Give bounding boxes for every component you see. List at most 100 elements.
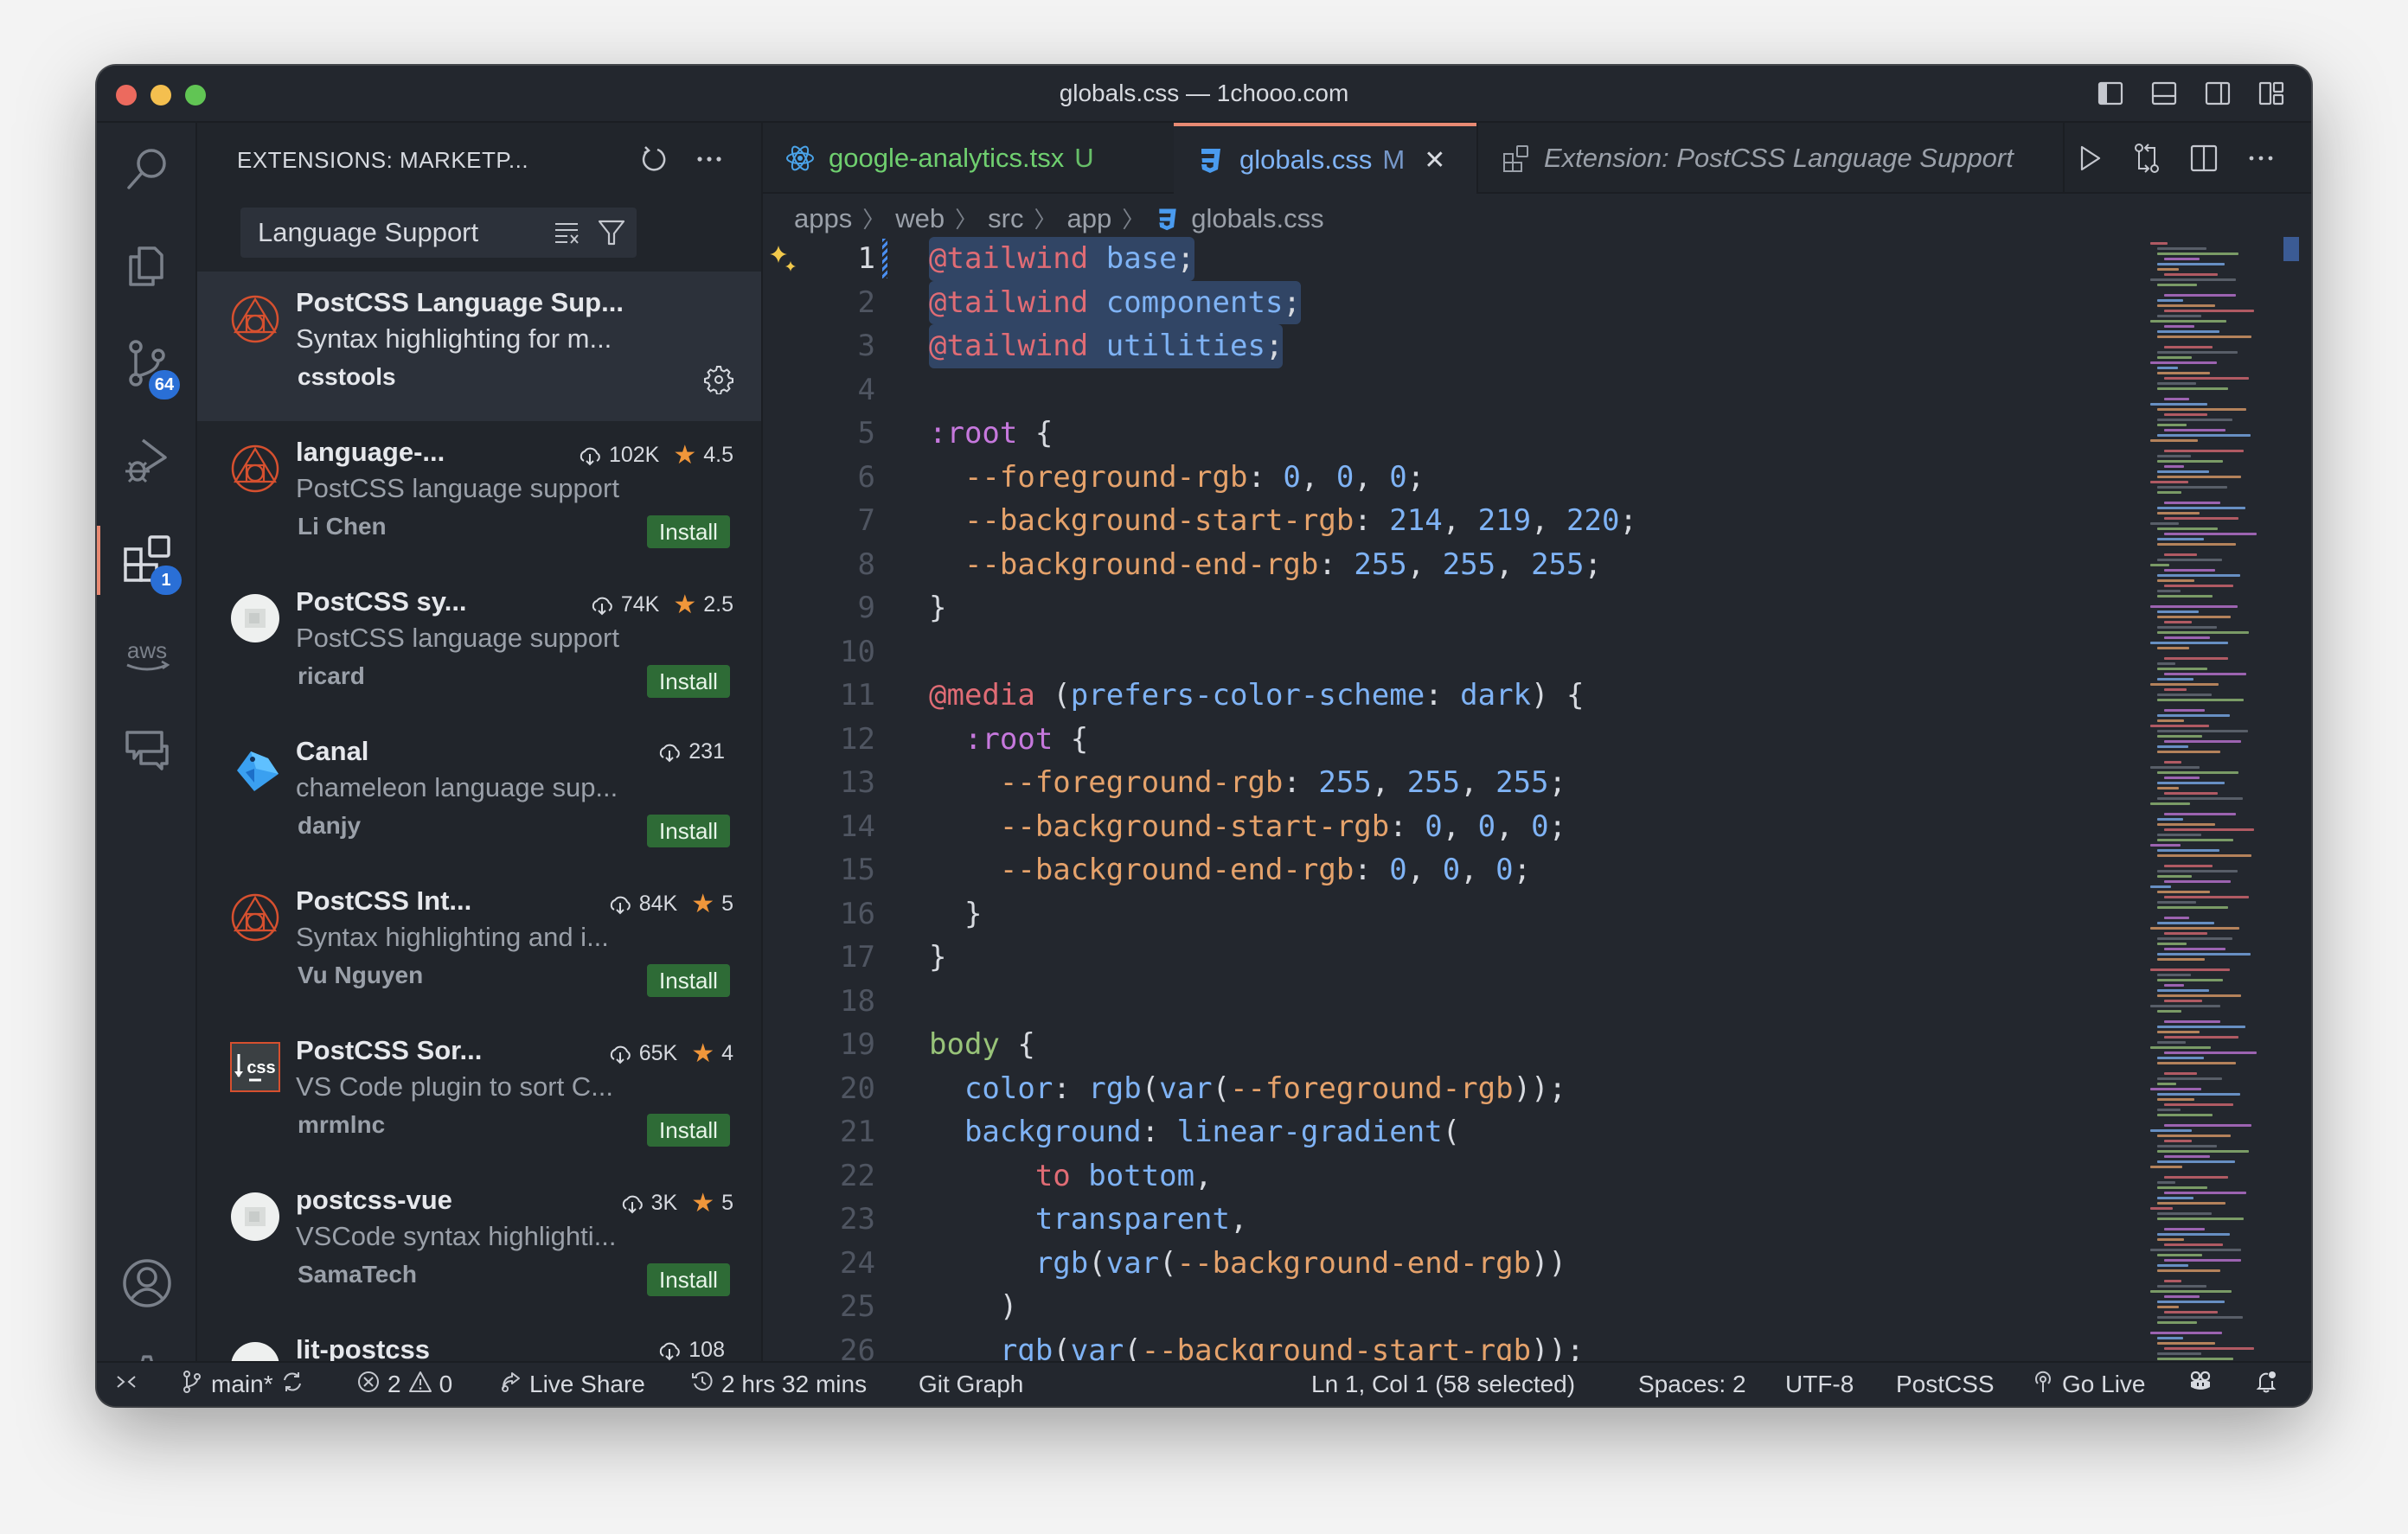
extension-item[interactable]: lit-postcss 108	[197, 1319, 761, 1361]
notifications-button[interactable]	[2254, 1363, 2278, 1406]
code-line[interactable]: 25 )	[763, 1285, 2181, 1329]
minimap-line	[2157, 771, 2238, 774]
activity-accounts[interactable]	[97, 1242, 197, 1328]
install-button[interactable]: Install	[647, 1263, 730, 1296]
filter-icon[interactable]	[597, 218, 626, 247]
code-line[interactable]: 19 body {	[763, 1023, 2181, 1067]
extension-item[interactable]: PostCSS Language Sup... Syntax highlight…	[197, 272, 761, 421]
install-button[interactable]: Install	[647, 815, 730, 847]
extension-item[interactable]: Canal 231 chameleon language sup... danj…	[197, 720, 761, 870]
code-line[interactable]: 14 --background-start-rgb: 0, 0, 0;	[763, 805, 2181, 849]
code-line[interactable]: 5:root {	[763, 412, 2181, 456]
code-line[interactable]: 15 --background-end-rgb: 0, 0, 0;	[763, 848, 2181, 892]
refresh-icon[interactable]	[638, 144, 669, 175]
toggle-secondary-sidebar-icon[interactable]	[2204, 80, 2232, 107]
extensions-search-input[interactable]	[258, 208, 535, 258]
minimap-line	[2157, 595, 2213, 598]
time-tracker[interactable]: 2 hrs 32 mins	[690, 1363, 867, 1406]
toggle-panel-icon[interactable]	[2150, 80, 2178, 107]
minimap[interactable]	[2138, 237, 2311, 1391]
aws-icon: aws	[120, 629, 174, 687]
tab-extension-details[interactable]: Extension: PostCSS Language Support	[1476, 123, 2065, 194]
code-line[interactable]: 13 --foreground-rgb: 255, 255, 255;	[763, 761, 2181, 805]
run-icon[interactable]	[2074, 142, 2105, 175]
activity-aws[interactable]: aws	[97, 614, 197, 700]
extension-item[interactable]: PostCSS sy... 74K ★ 2.5 PostCSS language…	[197, 571, 761, 720]
breadcrumb-item[interactable]: apps	[794, 203, 852, 234]
more-actions-icon[interactable]	[694, 144, 725, 175]
code-line[interactable]: 2 @tailwind components;	[763, 280, 2181, 324]
install-button[interactable]: Install	[647, 515, 730, 548]
code-line[interactable]: 7 --background-start-rgb: 214, 219, 220;	[763, 499, 2181, 543]
code-line[interactable]: 17}	[763, 936, 2181, 980]
cursor-position[interactable]: Ln 1, Col 1 (58 selected)	[1311, 1363, 1575, 1406]
toggle-primary-sidebar-icon[interactable]	[2097, 80, 2124, 107]
code-editor[interactable]: 1 @tailwind base; 2 @tailwind components; 3 @…	[763, 237, 2181, 1361]
code-line[interactable]: 20 color: rgb(var(--foreground-rgb));	[763, 1067, 2181, 1111]
split-editor-icon[interactable]	[2188, 142, 2219, 175]
extension-item[interactable]: PostCSS Int... 84K ★ 5 Syntax highlighti…	[197, 870, 761, 1019]
tab-globals-css[interactable]: globals.css M ✕	[1174, 123, 1476, 194]
minimap-line	[2164, 258, 2200, 260]
breadcrumb-item[interactable]: web	[895, 203, 945, 234]
code-line[interactable]: 23 transparent,	[763, 1198, 2181, 1242]
code-line[interactable]: 26 rgb(var(--background-start-rgb));	[763, 1329, 2181, 1362]
code-line[interactable]: 21 background: linear-gradient(	[763, 1110, 2181, 1154]
minimap-line	[2157, 1093, 2240, 1096]
code-line[interactable]: 4	[763, 368, 2181, 412]
install-button[interactable]: Install	[647, 665, 730, 698]
activity-extensions[interactable]: 1	[97, 517, 197, 604]
customize-layout-icon[interactable]	[2258, 80, 2285, 107]
git-graph-button[interactable]: Git Graph	[919, 1363, 1023, 1406]
language-mode-selector[interactable]: PostCSS	[1896, 1363, 1995, 1406]
code-line[interactable]: 11 @media (prefers-color-scheme: dark) {	[763, 674, 2181, 718]
go-live-button[interactable]: Go Live	[2031, 1363, 2146, 1406]
activity-search[interactable]	[97, 128, 197, 214]
clear-search-icon[interactable]	[554, 220, 581, 246]
minimap-line	[2150, 1249, 2241, 1251]
problems-indicator[interactable]: 2 0	[356, 1363, 452, 1406]
code-token: 0	[1531, 809, 1549, 844]
activity-explorer[interactable]	[97, 225, 197, 311]
install-button[interactable]: Install	[647, 964, 730, 997]
code-line[interactable]: 1 @tailwind base;	[763, 237, 2181, 281]
code-line[interactable]: 9}	[763, 586, 2181, 630]
extension-settings-gear-icon[interactable]	[704, 365, 733, 395]
code-line[interactable]: 10	[763, 630, 2181, 674]
activity-source-control[interactable]: 64	[97, 322, 197, 408]
code-line[interactable]: 6 --foreground-rgb: 0, 0, 0;	[763, 456, 2181, 500]
branch-indicator[interactable]: main*	[180, 1363, 304, 1406]
code-token: base	[1105, 241, 1177, 276]
minimap-slider[interactable]	[2283, 237, 2299, 261]
code-line[interactable]: 8 --background-end-rgb: 255, 255, 255;	[763, 543, 2181, 587]
code-line[interactable]: 16 }	[763, 892, 2181, 936]
code-text: @tailwind components;	[929, 280, 1301, 324]
extension-item[interactable]: css PostCSS Sor... 65K ★ 4 VS Code plugi…	[197, 1019, 761, 1169]
close-tab-icon[interactable]: ✕	[1424, 145, 1445, 176]
modified-gutter-indicator[interactable]	[882, 239, 887, 278]
extension-item[interactable]: language-... 102K ★ 4.5 PostCSS language…	[197, 421, 761, 571]
code-line[interactable]: 18	[763, 980, 2181, 1024]
tab-google-analytics[interactable]: google-analytics.tsx U	[763, 123, 1174, 194]
code-line[interactable]: 12 :root {	[763, 718, 2181, 762]
breadcrumb-item[interactable]: src	[988, 203, 1023, 234]
breadcrumb-item[interactable]: app	[1066, 203, 1111, 234]
encoding-selector[interactable]: UTF-8	[1785, 1363, 1854, 1406]
live-share-button[interactable]: Live Share	[498, 1363, 645, 1406]
activity-chat[interactable]	[97, 711, 197, 797]
extension-item[interactable]: postcss-vue 3K ★ 5 VSCode syntax highlig…	[197, 1169, 761, 1319]
activity-run-debug[interactable]	[97, 419, 197, 505]
open-changes-icon[interactable]	[2131, 142, 2162, 175]
code-line[interactable]: 24 rgb(var(--background-end-rgb))	[763, 1242, 2181, 1286]
more-actions-icon[interactable]	[2245, 142, 2277, 175]
install-button[interactable]: Install	[647, 1114, 730, 1147]
copilot-button[interactable]	[2188, 1363, 2213, 1406]
breadcrumb-item[interactable]: globals.css	[1191, 203, 1323, 234]
code-line[interactable]: 3 @tailwind utilities;	[763, 324, 2181, 368]
minimap-line	[2157, 1321, 2197, 1324]
sync-icon[interactable]	[280, 1370, 304, 1400]
code-line[interactable]: 22 to bottom,	[763, 1154, 2181, 1198]
status-bar: main* 2 0 Live Share 2 hrs 32 mins Git G…	[97, 1361, 2311, 1406]
indentation-selector[interactable]: Spaces: 2	[1638, 1363, 1746, 1406]
remote-indicator[interactable]	[114, 1363, 138, 1406]
